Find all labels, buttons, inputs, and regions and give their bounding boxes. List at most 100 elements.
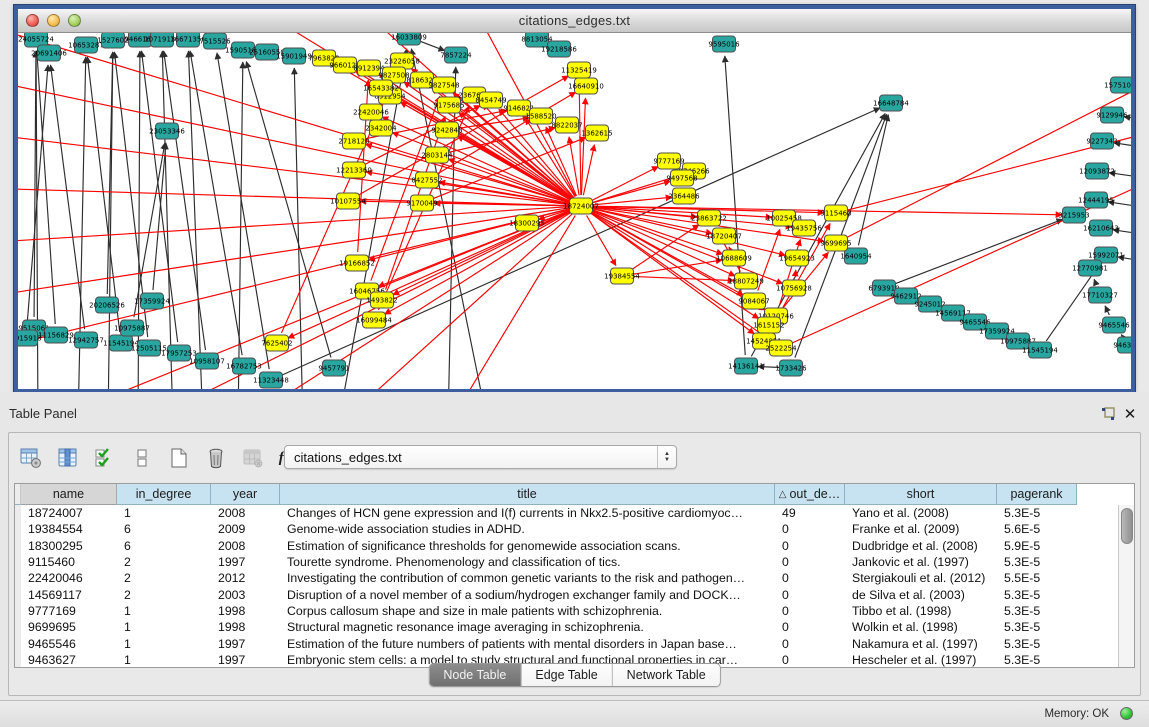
graph-node[interactable]: 10688609: [716, 250, 752, 266]
table-cell[interactable]: 0: [775, 635, 845, 651]
table-row[interactable]: 1830029562008Estimation of significance …: [15, 538, 1077, 554]
table-row[interactable]: 911546021997Tourette syndrome. Phenomeno…: [15, 554, 1077, 570]
graph-node[interactable]: 9463627: [1113, 337, 1131, 353]
table-cell[interactable]: Franke et al. (2009): [845, 521, 997, 537]
table-cell[interactable]: 5.5E-5: [997, 570, 1077, 586]
float-window-icon[interactable]: [1099, 405, 1117, 423]
table-cell[interactable]: 2008: [211, 505, 280, 521]
table-cell[interactable]: 5.3E-5: [997, 603, 1077, 619]
table-cell[interactable]: 1: [117, 603, 211, 619]
table-cell[interactable]: 2009: [211, 521, 280, 537]
graph-node[interactable]: 9175685: [433, 97, 464, 113]
table-cell[interactable]: Genome-wide association studies in ADHD.: [280, 521, 775, 537]
table-cell[interactable]: 49: [775, 505, 845, 521]
table-cell[interactable]: 6: [117, 538, 211, 554]
column-header-short[interactable]: short: [845, 484, 997, 505]
table-cell[interactable]: 5.3E-5: [997, 619, 1077, 635]
table-cell[interactable]: 1: [117, 505, 211, 521]
table-cell[interactable]: 5.3E-5: [997, 635, 1077, 651]
table-cell[interactable]: Tibbo et al. (1998): [845, 603, 997, 619]
table-cell[interactable]: 9699695: [21, 619, 117, 635]
graph-node[interactable]: 8454749: [475, 92, 506, 108]
table-row[interactable]: 1938455462009Genome-wide association stu…: [15, 521, 1077, 537]
graph-node[interactable]: 2522254: [765, 340, 797, 356]
table-cell[interactable]: 9777169: [21, 603, 117, 619]
table-cell[interactable]: 0: [775, 619, 845, 635]
table-cell[interactable]: Nakamura et al. (1997): [845, 635, 997, 651]
table-cell[interactable]: 0: [775, 538, 845, 554]
table-cell[interactable]: 1: [117, 619, 211, 635]
graph-node[interactable]: 9084067: [738, 293, 769, 309]
graph-node[interactable]: 16782753: [226, 358, 262, 374]
graph-node[interactable]: 10756928: [776, 280, 812, 296]
table-cell[interactable]: 1998: [211, 619, 280, 635]
table-cell[interactable]: Wolkin et al. (1998): [845, 619, 997, 635]
table-cell[interactable]: 18724007: [21, 505, 117, 521]
graph-node[interactable]: 9227343: [1086, 133, 1117, 149]
column-header-title[interactable]: title: [280, 484, 775, 505]
table-cell[interactable]: 9463627: [21, 652, 117, 668]
graph-node[interactable]: 7857224: [440, 47, 472, 63]
table-cell[interactable]: 0: [775, 603, 845, 619]
row-selection-icon[interactable]: [93, 446, 117, 470]
tab-node-table[interactable]: Node Table: [429, 664, 521, 686]
graph-node[interactable]: 9465546: [1098, 317, 1130, 333]
graph-node[interactable]: 3215953: [1058, 207, 1089, 223]
table-cell[interactable]: 2: [117, 586, 211, 602]
graph-node[interactable]: 8427552: [411, 172, 442, 188]
table-cell[interactable]: 22420046: [21, 570, 117, 586]
graph-node[interactable]: 12444195: [1078, 192, 1114, 208]
table-cell[interactable]: 1997: [211, 652, 280, 668]
table-cell[interactable]: Dudbridge et al. (2008): [845, 538, 997, 554]
table-cell[interactable]: 0: [775, 652, 845, 668]
tab-edge-table[interactable]: Edge Table: [521, 664, 612, 686]
graph-node[interactable]: 23053346: [149, 123, 185, 139]
column-header-year[interactable]: year: [211, 484, 280, 505]
column-header-name[interactable]: name: [21, 484, 117, 505]
table-cell[interactable]: Jankovic et al. (1997): [845, 554, 997, 570]
table-cell[interactable]: 9115460: [21, 554, 117, 570]
table-cell[interactable]: 19384554: [21, 521, 117, 537]
graph-node[interactable]: 16210643: [1083, 220, 1119, 236]
graph-node[interactable]: 1733426: [775, 360, 807, 376]
graph-node[interactable]: 16640910: [568, 78, 604, 94]
table-row[interactable]: 977716911998Corpus callosum shape and si…: [15, 603, 1077, 619]
new-table-icon[interactable]: [167, 446, 191, 470]
table-cell[interactable]: 1997: [211, 635, 280, 651]
table-cell[interactable]: Investigating the contribution of common…: [280, 570, 775, 586]
table-cell[interactable]: 14569117: [21, 586, 117, 602]
graph-node[interactable]: 16033809: [391, 33, 427, 45]
graph-node[interactable]: 11325419: [561, 62, 597, 78]
delete-table-icon[interactable]: [204, 446, 228, 470]
graph-node[interactable]: 14136141: [728, 358, 764, 374]
scrollbar-thumb[interactable]: [1121, 508, 1133, 544]
table-cell[interactable]: Corpus callosum shape and size in male p…: [280, 603, 775, 619]
table-cell[interactable]: Estimation of significance thresholds fo…: [280, 538, 775, 554]
graph-node[interactable]: 10975887: [114, 320, 150, 336]
table-cell[interactable]: 6: [117, 521, 211, 537]
graph-node[interactable]: 20206526: [89, 297, 125, 313]
close-panel-icon[interactable]: ✕: [1121, 405, 1139, 423]
graph-node[interactable]: 17359924: [134, 293, 170, 309]
graph-node[interactable]: 12093872: [1079, 163, 1115, 179]
table-cell[interactable]: 2: [117, 570, 211, 586]
graph-node[interactable]: 2364486: [668, 188, 700, 204]
table-cell[interactable]: 1997: [211, 554, 280, 570]
graph-node[interactable]: 9242848: [431, 122, 462, 138]
table-row[interactable]: 1872400712008Changes of HCN gene express…: [15, 505, 1077, 521]
graph-node[interactable]: 8822037: [551, 117, 582, 133]
graph-node[interactable]: 9457791: [318, 360, 349, 376]
table-cell[interactable]: 1998: [211, 603, 280, 619]
table-cell[interactable]: 1: [117, 652, 211, 668]
column-visibility-icon[interactable]: [56, 446, 80, 470]
graph-node[interactable]: 1493822: [366, 292, 397, 308]
table-row[interactable]: 2242004622012Investigating the contribut…: [15, 570, 1077, 586]
graph-node[interactable]: 1362615: [581, 125, 612, 141]
graph-node[interactable]: 2718120: [338, 133, 369, 149]
graph-node[interactable]: 7625402: [261, 335, 292, 351]
table-cell[interactable]: 0: [775, 570, 845, 586]
table-cell[interactable]: 0: [775, 554, 845, 570]
table-cell[interactable]: 2003: [211, 586, 280, 602]
column-header-out-de-[interactable]: △out_de…: [775, 484, 845, 505]
table-cell[interactable]: 2: [117, 554, 211, 570]
